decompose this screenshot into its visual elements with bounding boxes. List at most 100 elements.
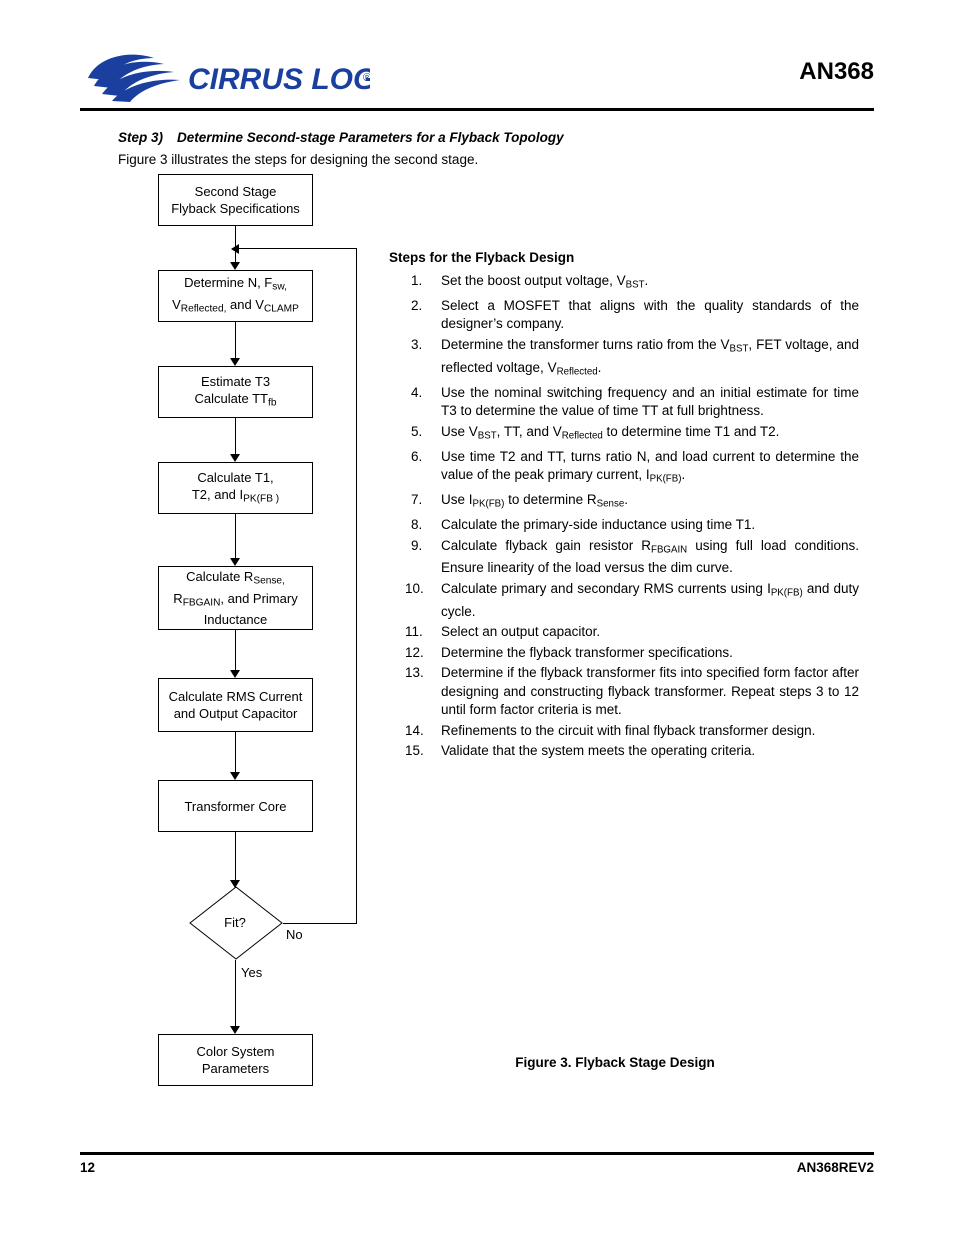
flow-branch-label-yes: Yes	[241, 965, 263, 980]
list-item: 5. Use VBST, TT, and VReflected to determ…	[389, 423, 859, 446]
flow-box-line1: Second Stage	[194, 184, 277, 199]
flow-box-transformer-core: Transformer Core	[158, 780, 313, 832]
flow-box-line1: Calculate T1,	[197, 469, 274, 485]
page: CIRRUS LOGIC ® AN368 Step 3) Determine Se…	[0, 0, 954, 1235]
list-item-text: Select a MOSFET that aligns with the qua…	[441, 297, 859, 332]
steps-list: 1. Set the boost output voltage, VBST. 2.…	[389, 272, 859, 763]
flow-box-determine-n-fsw: Determine N, Fsw, VReflected, and VCLAMP	[158, 270, 313, 322]
flow-box-color-system-parameters: Color System Parameters	[158, 1034, 313, 1086]
flow-no-branch-return	[235, 248, 357, 249]
list-item-text: Calculate primary and secondary RMS curr…	[441, 580, 859, 619]
list-item-marker: 1.	[411, 273, 423, 288]
list-item-marker: 12.	[405, 644, 424, 660]
intro-text: Figure 3 illustrates the steps for desig…	[118, 152, 479, 167]
flow-connector-yes	[235, 960, 236, 1030]
list-item-text: Determine if the flyback transformer fit…	[441, 665, 859, 718]
flow-box-line1: Determine N, Fsw,	[184, 275, 287, 293]
header-divider	[80, 108, 874, 111]
flow-box-calculate-rms-current: Calculate RMS Current and Output Capacit…	[158, 678, 313, 732]
flow-box-line2: and Output Capacitor	[173, 706, 298, 721]
list-item-marker: 15.	[405, 743, 424, 759]
list-item: 7. Use IPK(FB) to determine RSense.	[389, 491, 859, 514]
flow-arrowhead-1	[230, 262, 240, 270]
list-item: 13. Determine if the flyback transformer …	[389, 664, 859, 720]
list-item-text: Calculate the primary-side inductance us…	[441, 517, 756, 533]
list-item-marker: 4.	[411, 384, 423, 400]
list-item: 15. Validate that the system meets the op…	[389, 742, 859, 761]
list-item: 10. Calculate primary and secondary RMS c…	[389, 580, 859, 621]
flow-box-estimate-t3: Estimate T3 Calculate TTfb	[158, 366, 313, 418]
list-item-marker: 13.	[405, 665, 424, 681]
flow-arrowhead-5	[230, 670, 240, 678]
flow-arrowhead-4	[230, 558, 240, 566]
flow-connector-6	[235, 732, 236, 776]
flow-connector-5	[235, 630, 236, 674]
flow-arrowhead-no-return	[231, 244, 239, 254]
steps-panel-title: Steps for the Flyback Design	[389, 250, 575, 265]
list-item-marker: 9.	[411, 537, 423, 553]
footer-divider	[80, 1152, 874, 1155]
flow-decision-label: Fit?	[224, 915, 246, 930]
flow-box-line1: Estimate T3	[200, 373, 271, 389]
flow-box-line3: Inductance	[203, 612, 268, 628]
page-header: CIRRUS LOGIC ® AN368	[80, 40, 874, 110]
list-item-marker: 8.	[411, 517, 423, 533]
flowchart: Second Stage Flyback Specifications Dete…	[118, 170, 378, 1086]
flow-box-line2: RFBGAIN, and Primary	[173, 590, 298, 609]
flow-branch-label-no: No	[286, 927, 303, 942]
step-heading: Step 3) Determine Second-stage Parameters…	[118, 130, 564, 145]
step-title: Determine Second-stage Parameters for a …	[177, 130, 564, 145]
flow-box-calculate-rsense: Calculate RSense, RFBGAIN, and Primary I…	[158, 566, 313, 630]
flow-box-line1: Calculate RMS Current	[168, 689, 303, 704]
document-revision: AN368REV2	[796, 1160, 874, 1175]
flow-connector-2	[235, 322, 236, 362]
flow-box-line1: Calculate RSense,	[186, 568, 285, 587]
list-item: 6. Use time T2 and TT, turns ratio N, and…	[389, 448, 859, 489]
flow-no-branch-vertical	[356, 248, 357, 923]
step-number: Step 3)	[118, 130, 164, 145]
flow-no-branch-horizontal	[283, 923, 357, 924]
flow-connector-7	[235, 832, 236, 884]
flow-box-line1: Transformer Core	[184, 798, 287, 814]
list-item-text: Validate that the system meets the opera…	[441, 743, 756, 759]
list-item-marker: 3.	[411, 336, 423, 352]
list-item-text: Select an output capacitor.	[441, 624, 601, 640]
list-item-text: Use time T2 and TT, turns ratio N, and l…	[441, 448, 859, 485]
flow-box-line1: Color System	[196, 1044, 275, 1059]
list-item-marker: 5.	[411, 423, 423, 439]
cirrus-logic-logo: CIRRUS LOGIC ®	[80, 48, 370, 106]
flow-arrowhead-yes	[230, 1026, 240, 1034]
list-item: 12. Determine the flyback transformer spe…	[389, 644, 859, 663]
list-item-text: Use the nominal switching frequency and …	[441, 384, 859, 419]
svg-text:CIRRUS LOGIC: CIRRUS LOGIC	[188, 63, 370, 96]
figure-caption: Figure 3. Flyback Stage Design	[515, 1055, 715, 1070]
flow-arrowhead-2	[230, 358, 240, 366]
list-item-marker: 2.	[411, 297, 423, 313]
flow-arrowhead-3	[230, 454, 240, 462]
document-id: AN368	[799, 58, 874, 85]
list-item-marker: 10.	[405, 580, 424, 596]
list-item-marker: 14.	[405, 722, 424, 738]
svg-text:®: ®	[363, 72, 370, 84]
list-item-text: Use IPK(FB) to determine RSense.	[441, 492, 628, 510]
list-item-text: Determine the transformer turns ratio fr…	[441, 336, 859, 378]
list-item-text: Use VBST, TT, and VReflected to determin…	[441, 423, 780, 442]
list-item-marker: 6.	[411, 448, 423, 464]
list-item-marker: 7.	[411, 492, 423, 508]
list-item: 2. Select a MOSFET that aligns with the q…	[389, 297, 859, 334]
flow-box-second-stage-spec: Second Stage Flyback Specifications	[158, 174, 313, 226]
list-item: 14. Refinements to the circuit with final…	[389, 722, 859, 741]
list-item: 8. Calculate the primary-side inductance …	[389, 516, 859, 535]
list-item: 1. Set the boost output voltage, VBST.	[389, 272, 859, 295]
flow-box-line2: Calculate TTfb	[194, 390, 277, 409]
flow-box-line2: T2, and IPK(FB )	[191, 486, 280, 505]
flow-box-line2: Flyback Specifications	[171, 201, 300, 216]
list-item-marker: 11.	[405, 624, 423, 640]
list-item: 9. Calculate flyback gain resistor RFBGAI…	[389, 537, 859, 578]
flow-box-line2: Parameters	[201, 1061, 270, 1076]
flow-box-calculate-t1-t2: Calculate T1, T2, and IPK(FB )	[158, 462, 313, 514]
list-item: 11. Select an output capacitor.	[389, 623, 859, 642]
list-item-text: Set the boost output voltage, VBST.	[441, 273, 649, 291]
page-number: 12	[80, 1160, 96, 1175]
list-item: 4. Use the nominal switching frequency an…	[389, 384, 859, 421]
